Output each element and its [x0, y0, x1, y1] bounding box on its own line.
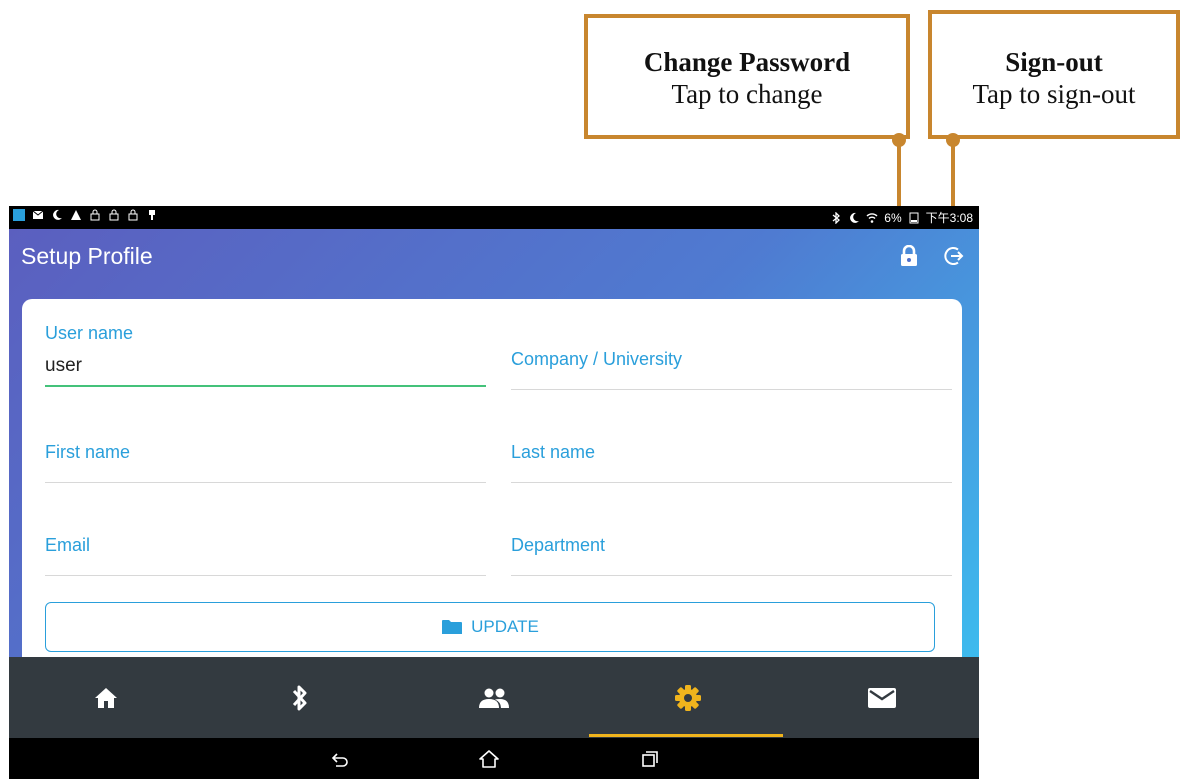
- status-left-icons: [13, 209, 158, 221]
- email-underline: [45, 575, 486, 576]
- sign-out-button[interactable]: [941, 243, 967, 269]
- tab-people[interactable]: [397, 657, 591, 738]
- moon-icon: [53, 209, 62, 220]
- tab-home[interactable]: [9, 657, 203, 738]
- update-button-label: UPDATE: [471, 617, 539, 636]
- lock-icon: [90, 209, 100, 221]
- status-bar: 6% 下午3:08: [9, 206, 979, 229]
- last-name-underline: [511, 482, 952, 483]
- bluetooth-icon: [832, 211, 841, 224]
- device-screen: 6% 下午3:08 Setup Profile User name user C…: [9, 206, 979, 779]
- wifi-icon: [866, 212, 878, 223]
- email-field[interactable]: Email: [45, 487, 486, 579]
- app-icon: [13, 209, 25, 221]
- status-right: 6% 下午3:08: [830, 209, 973, 226]
- company-underline: [511, 389, 952, 390]
- app-screen: Setup Profile User name user Company / U…: [9, 229, 979, 679]
- bluetooth-icon: [292, 685, 307, 710]
- callout-title: Change Password: [643, 47, 851, 77]
- change-password-button[interactable]: [896, 243, 922, 269]
- lock-icon: [128, 209, 138, 221]
- department-field[interactable]: Department: [511, 487, 952, 579]
- callout-subtitle: Tap to change: [671, 79, 823, 109]
- last-name-field[interactable]: Last name: [511, 394, 952, 486]
- tab-bluetooth[interactable]: [203, 657, 397, 738]
- back-icon: [331, 753, 348, 767]
- sign-out-callout: Sign-out Tap to sign-out: [928, 10, 1180, 139]
- home-nav-button[interactable]: [476, 746, 502, 772]
- first-name-field[interactable]: First name: [45, 394, 486, 486]
- first-name-label: First name: [45, 442, 131, 462]
- mail-icon: [32, 210, 44, 219]
- home-icon: [95, 687, 117, 708]
- warning-icon: [71, 210, 81, 220]
- home-outline-icon: [479, 750, 499, 768]
- email-label: Email: [45, 535, 91, 555]
- sign-out-icon: [944, 247, 964, 265]
- company-field[interactable]: Company / University: [511, 299, 952, 391]
- page-title: Setup Profile: [21, 243, 153, 269]
- people-icon: [479, 688, 509, 708]
- usb-icon: [149, 210, 155, 220]
- recents-button[interactable]: [637, 746, 663, 772]
- user-name-label: User name: [45, 323, 134, 343]
- user-name-value[interactable]: user: [45, 355, 82, 377]
- recents-icon: [642, 751, 658, 767]
- company-label: Company / University: [511, 349, 683, 369]
- first-name-underline: [45, 482, 486, 483]
- user-name-field[interactable]: User name user: [45, 299, 486, 389]
- bottom-tab-bar: [9, 657, 979, 738]
- tab-mail[interactable]: [785, 657, 979, 738]
- back-button[interactable]: [327, 746, 353, 772]
- battery-icon: [909, 212, 919, 223]
- user-name-underline: [45, 385, 486, 387]
- system-nav-bar: [9, 738, 979, 779]
- battery-percent: 6%: [884, 210, 902, 225]
- profile-form-card: User name user Company / University Firs…: [22, 299, 962, 679]
- last-name-label: Last name: [511, 442, 596, 462]
- change-password-callout: Change Password Tap to change: [584, 14, 910, 139]
- update-button[interactable]: UPDATE: [45, 602, 935, 652]
- moon-icon: [850, 212, 860, 223]
- active-tab-indicator: [589, 734, 783, 737]
- callout-leader-dot: [946, 133, 960, 147]
- folder-icon: [442, 620, 463, 634]
- lock-icon: [901, 245, 917, 266]
- callout-title: Sign-out: [1005, 47, 1103, 77]
- status-time: 下午3:08: [925, 211, 973, 225]
- department-underline: [511, 575, 952, 576]
- callout-leader-dot: [892, 133, 906, 147]
- gear-icon: [675, 684, 701, 711]
- department-label: Department: [511, 535, 606, 555]
- callout-subtitle: Tap to sign-out: [972, 79, 1136, 109]
- mail-icon: [868, 687, 896, 708]
- lock-icon: [109, 209, 119, 221]
- tab-settings[interactable]: [591, 657, 785, 738]
